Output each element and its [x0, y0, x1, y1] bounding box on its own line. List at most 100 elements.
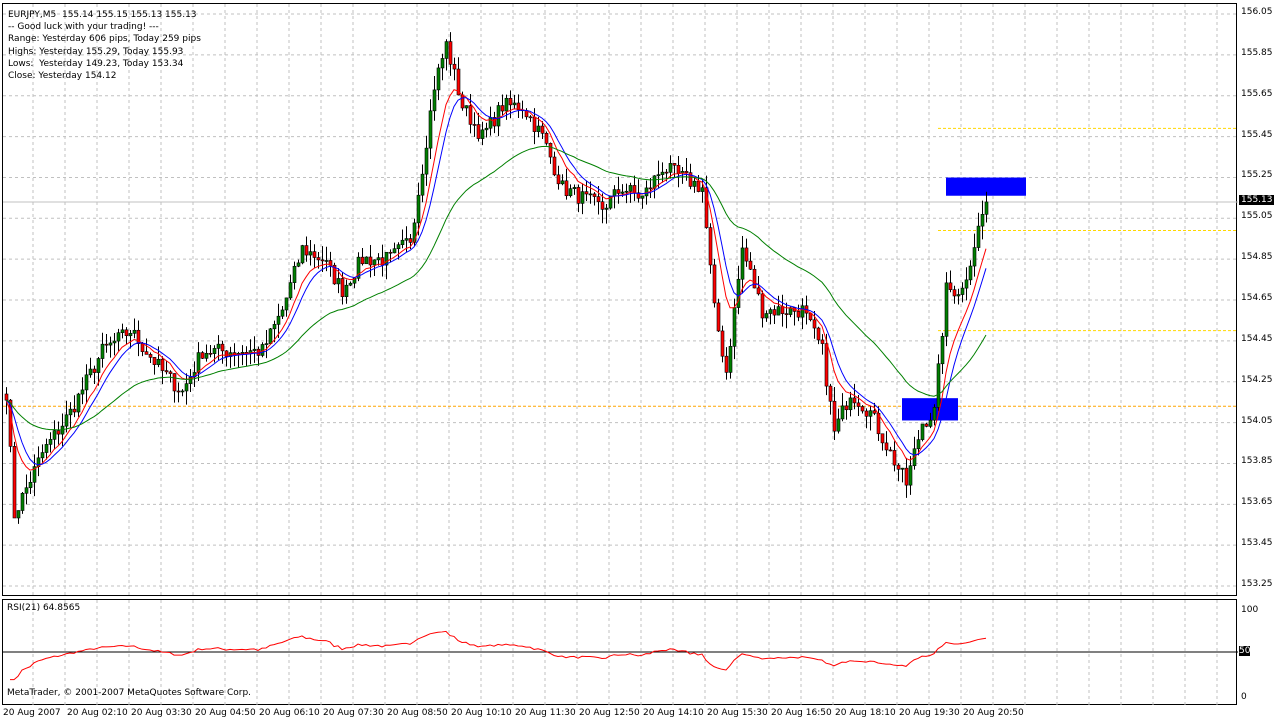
time-axis-label: 20 Aug 11:30: [515, 708, 576, 718]
candle-up: [736, 278, 741, 308]
candle-down: [340, 278, 345, 298]
candle-down: [164, 370, 169, 373]
time-axis-label: 20 Aug 07:30: [323, 708, 384, 718]
candle-up: [88, 368, 93, 376]
candle-down: [864, 410, 869, 417]
candle-up: [868, 410, 873, 417]
candle-down: [924, 423, 929, 427]
candle-down: [744, 247, 749, 262]
time-axis-label: 20 Aug 02:10: [67, 708, 128, 718]
candle-up: [300, 245, 305, 264]
candle-up: [428, 110, 433, 149]
candle-up: [908, 465, 913, 486]
chart-info-panel: EURJPY,M5 155.14 155.15 155.13 155.13 -- …: [8, 9, 201, 82]
candle-up: [916, 439, 921, 450]
candle-down: [388, 251, 393, 254]
candle-up: [660, 171, 665, 175]
price-axis-label: 155.25: [1241, 170, 1273, 181]
candle-up: [976, 225, 981, 248]
price-axis-label: 153.85: [1241, 456, 1273, 467]
candle-up: [392, 248, 397, 254]
candle-down: [468, 105, 473, 125]
candle-down: [304, 245, 309, 256]
price-chart-pane[interactable]: EURJPY,M5 155.14 155.15 155.13 155.13 -- …: [2, 3, 1238, 597]
rsi-axis-label: 100: [1241, 605, 1259, 615]
candle-up: [372, 259, 377, 266]
candle-up: [768, 309, 773, 314]
candle-up: [504, 97, 509, 112]
candle-up: [180, 390, 185, 393]
rsi-axis-label: 50: [1239, 646, 1251, 656]
candle-up: [216, 343, 221, 349]
candle-down: [648, 187, 653, 190]
candle-down: [160, 358, 165, 371]
rsi-pane[interactable]: RSI(21) 64.8565 MetaTrader, © 2001-2007 …: [2, 599, 1238, 706]
candle-up: [444, 41, 449, 59]
candle-up: [268, 328, 273, 344]
candle-down: [176, 390, 181, 393]
candle-up: [776, 306, 781, 316]
candle-up: [932, 407, 937, 421]
candle-down: [592, 193, 597, 197]
candle-up: [76, 393, 81, 413]
candle-down: [676, 164, 681, 174]
candle-up: [296, 262, 301, 267]
candle-up: [40, 452, 45, 459]
candle-up: [788, 307, 793, 315]
candle-down: [528, 116, 533, 119]
candle-up: [848, 397, 853, 411]
candle-down: [708, 227, 713, 266]
candle-down: [576, 187, 581, 204]
candle-up: [184, 383, 189, 392]
candle-down: [600, 201, 605, 210]
candle-down: [884, 442, 889, 451]
candle-down: [312, 251, 317, 258]
price-axis-label: 153.25: [1241, 579, 1273, 590]
candle-down: [952, 289, 957, 297]
candle-up: [956, 294, 961, 297]
candle-down: [452, 63, 457, 70]
candle-up: [628, 185, 633, 192]
candle-up: [96, 358, 101, 373]
candle-down: [556, 174, 561, 185]
candle-up: [840, 405, 845, 420]
candle-up: [324, 260, 329, 262]
candle-down: [812, 319, 817, 329]
info-line: Range: Yesterday 606 pips, Today 259 pip…: [8, 34, 201, 45]
candle-down: [896, 464, 901, 470]
candle-down: [532, 116, 537, 132]
price-axis-label: 155.45: [1241, 129, 1273, 140]
candle-down: [672, 163, 677, 166]
candle-up: [52, 430, 57, 440]
candle-down: [684, 171, 689, 173]
candle-down: [712, 264, 717, 304]
candle-up: [156, 358, 161, 365]
time-axis-label: 20 Aug 15:30: [707, 708, 768, 718]
candle-up: [68, 408, 73, 416]
candle-up: [240, 352, 245, 354]
candle-up: [624, 190, 629, 193]
candle-up: [364, 256, 369, 265]
candle-up: [580, 191, 585, 204]
candle-down: [148, 354, 153, 358]
price-chart-canvas[interactable]: [3, 4, 1238, 597]
candle-up: [212, 348, 217, 354]
candle-down: [316, 257, 321, 261]
candle-up: [120, 329, 125, 333]
candle-down: [632, 185, 637, 194]
time-axis-label: 20 Aug 2007: [3, 708, 61, 718]
candle-up: [960, 287, 965, 295]
candle-up: [900, 467, 905, 470]
info-line: Lows: Yesterday 149.23, Today 153.34: [8, 58, 184, 69]
candle-up: [196, 352, 201, 373]
candle-up: [108, 342, 113, 346]
candle-up: [436, 67, 441, 91]
candle-down: [816, 327, 821, 341]
candle-up: [276, 315, 281, 325]
candle-up: [344, 284, 349, 298]
candle-down: [320, 259, 325, 262]
symbol-quote: EURJPY,M5 155.14 155.15 155.13 155.13: [8, 10, 197, 20]
candle-down: [368, 256, 373, 266]
candle-down: [140, 343, 145, 352]
candle-up: [280, 309, 285, 317]
